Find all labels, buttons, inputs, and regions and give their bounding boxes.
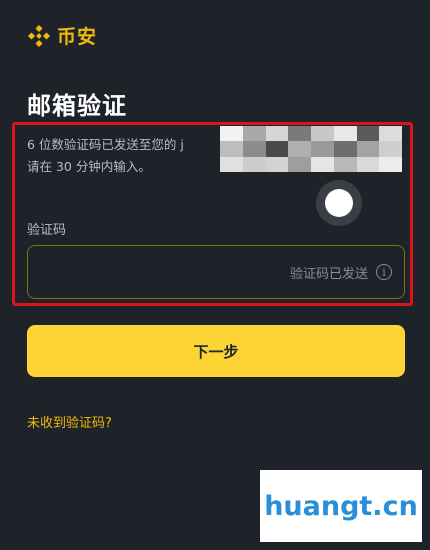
- info-icon[interactable]: i: [376, 264, 392, 280]
- message-line-2: 请在 30 分钟内输入。: [27, 159, 151, 174]
- touch-indicator: [316, 180, 362, 226]
- page-title: 邮箱验证: [27, 92, 127, 120]
- brand-name: 币安: [57, 26, 98, 48]
- code-field-label: 验证码: [27, 223, 67, 238]
- binance-logo-icon: [27, 24, 51, 47]
- no-code-received-link[interactable]: 未收到验证码?: [27, 412, 112, 431]
- next-step-button[interactable]: 下一步: [27, 325, 405, 377]
- code-sent-status: 验证码已发送: [289, 266, 368, 282]
- verification-code-input[interactable]: 验证码已发送 i: [27, 245, 405, 299]
- verification-message: 6 位数验证码已发送至您的 j 请在 30 分钟内输入。: [27, 134, 227, 178]
- brand-logo: 币安: [27, 22, 97, 49]
- message-line-1: 6 位数验证码已发送至您的: [27, 137, 177, 152]
- message-partial-char: j: [180, 137, 184, 152]
- watermark: huangt.cn: [260, 470, 422, 542]
- redacted-email-mosaic: [220, 126, 402, 172]
